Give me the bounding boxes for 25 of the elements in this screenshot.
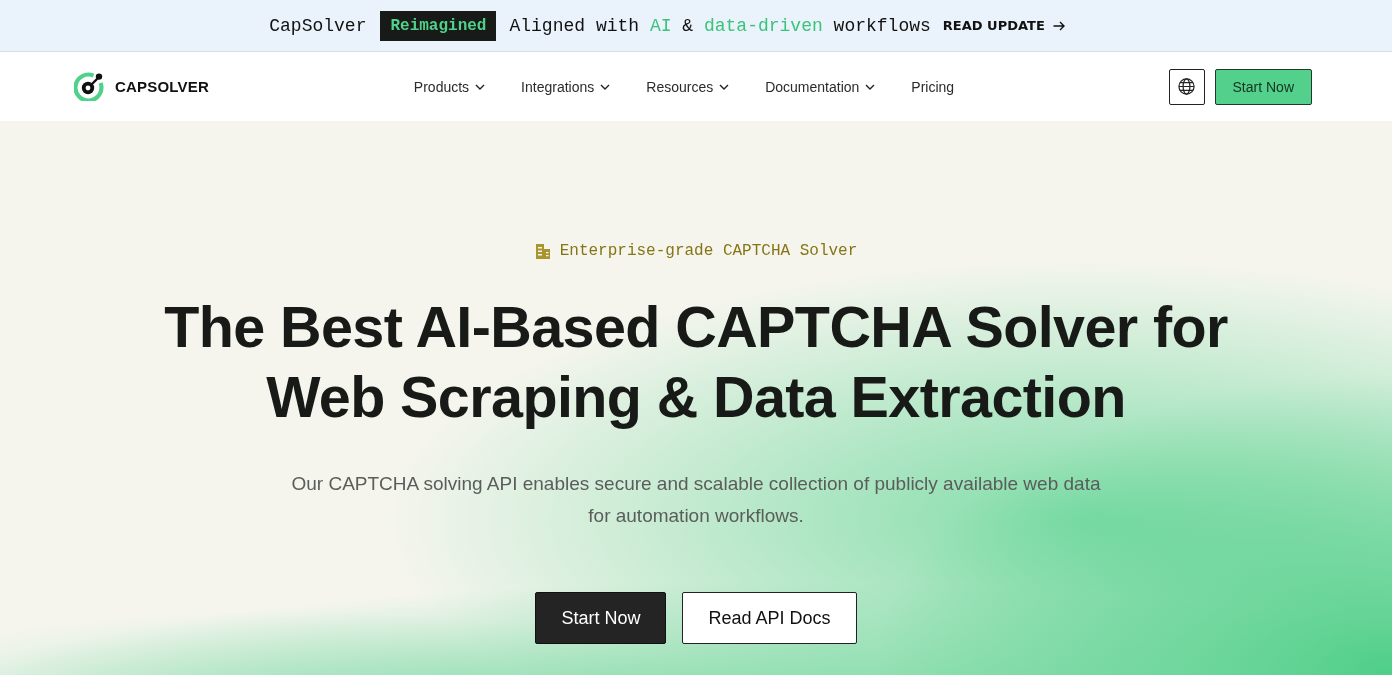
- ring-logo-icon: [74, 72, 104, 101]
- banner-message: Aligned with AI & data-driven workflows: [509, 15, 931, 36]
- building-icon: [534, 243, 551, 259]
- nav-menu-item[interactable]: Pricing: [911, 78, 955, 95]
- nav-menu-item[interactable]: Products: [413, 78, 486, 95]
- reimagined-badge: Reimagined: [380, 10, 497, 41]
- read-docs-button[interactable]: Read API Docs: [682, 592, 857, 644]
- chevron-down-icon: [865, 83, 876, 90]
- globe-icon: [1178, 78, 1196, 95]
- language-button[interactable]: [1168, 68, 1205, 105]
- read-update-link[interactable]: READ UPDATE: [942, 18, 1065, 33]
- hero-heading: The Best AI-Based CAPTCHA Solver for Web Scraping & Data Extraction: [163, 294, 1229, 431]
- nav-menu-item[interactable]: Documentation: [765, 78, 876, 95]
- banner-brand: CapSolver: [269, 15, 367, 36]
- chevron-down-icon: [600, 83, 611, 90]
- eyebrow-label: Enterprise-grade CAPTCHA Solver: [559, 242, 858, 260]
- start-now-button[interactable]: Start Now: [535, 592, 667, 644]
- logo-link[interactable]: CAPSOLVER: [74, 72, 210, 101]
- start-now-button[interactable]: Start Now: [1214, 68, 1312, 105]
- hero-description: Our CAPTCHA solving API enables secure and scalable collection of publicly available web data for automation workflows.: [290, 472, 1102, 528]
- nav-menu-item[interactable]: Resources: [646, 78, 730, 95]
- arrow-right-icon: [1052, 20, 1065, 31]
- nav-menu-item[interactable]: Integrations: [521, 78, 611, 95]
- chevron-down-icon: [475, 83, 486, 90]
- chevron-down-icon: [719, 83, 730, 90]
